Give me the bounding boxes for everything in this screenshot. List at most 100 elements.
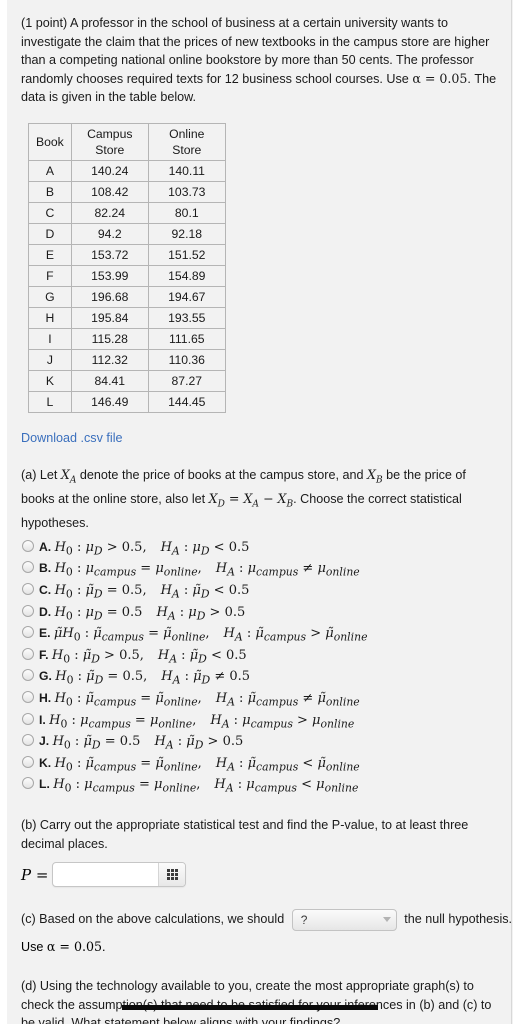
choice-letter: E.	[39, 626, 51, 641]
choice-hypotheses: H0 : μ̃D = 0.5 HA : μ̃D > 0.5	[52, 734, 244, 752]
part-c-text-pre: (c) Based on the above calculations, we …	[21, 912, 285, 927]
table-row: D 94.2 92.18	[28, 222, 226, 245]
choice-option-h[interactable]: H. H0 : μ̃campus = μ̃online, HA : μ̃campu…	[21, 690, 512, 711]
cell-book: I	[28, 327, 72, 350]
radio-icon[interactable]	[22, 712, 34, 725]
part-a-choices: A. H0 : μD > 0.5, HA : μD < 0.5 B. H0 : μ…	[21, 539, 512, 797]
table-row: A 140.24 140.11	[28, 159, 226, 182]
radio-icon[interactable]	[22, 626, 34, 639]
choice-option-e[interactable]: E. μ̃​H0 : μ̃campus = μ̃online,HA : μ̃ca…	[21, 625, 512, 646]
choice-hypotheses: H0 : μcampus = μonline, HA : μcampus < μo…	[53, 777, 359, 795]
left-gutter	[0, 0, 7, 1024]
decision-select[interactable]: ?	[291, 908, 397, 931]
choice-letter: K.	[39, 755, 52, 770]
radio-icon[interactable]	[22, 734, 34, 747]
part-a-line2-pre: books at the online store, also let	[21, 492, 209, 507]
cell-book: L	[28, 390, 72, 413]
choice-option-l[interactable]: L. H0 : μcampus = μonline, HA : μcampus <…	[21, 776, 512, 797]
cell-online: 194.67	[147, 285, 226, 308]
choice-hypotheses: H0 : μ̃D = 0.5, HA : μ̃D < 0.5	[54, 582, 250, 601]
header-campus-store: Campus Store	[70, 122, 149, 161]
part-a-text-pre: (a) Let	[21, 467, 61, 482]
data-table: Book Campus Store Online Store A 140.24 14…	[28, 122, 226, 413]
choice-letter: C.	[39, 582, 52, 597]
cell-online: 140.11	[147, 159, 226, 182]
cell-campus: 115.28	[70, 327, 149, 350]
p-value-label: P =	[21, 865, 49, 884]
radio-icon[interactable]	[22, 755, 34, 768]
radio-icon[interactable]	[22, 582, 34, 595]
choice-hypotheses: H0 : μ̃campus = μ̃online, HA : μ̃campus ≠…	[54, 690, 360, 709]
part-a-line2-post: . Choose the correct statistical	[293, 492, 462, 507]
choice-option-b[interactable]: B. H0 : μcampus = μonline, HA : μcampus ≠…	[21, 560, 512, 581]
cell-online: 87.27	[147, 369, 226, 392]
p-value-input[interactable]	[53, 863, 159, 887]
header-book: Book	[28, 122, 72, 161]
choice-letter: I.	[39, 712, 46, 727]
choice-option-i[interactable]: I. H0 : μcampus = μonline, HA : μcampus >…	[21, 712, 512, 733]
x-a-symbol: XA	[60, 466, 77, 486]
radio-icon[interactable]	[22, 561, 34, 574]
grid-icon	[166, 869, 178, 881]
choice-option-d[interactable]: D. H0 : μD = 0.5 HA : μD > 0.5	[21, 604, 512, 625]
radio-icon[interactable]	[22, 690, 34, 703]
problem-content: (1 point) A professor in the school of b…	[7, 0, 512, 1024]
calculator-button[interactable]	[158, 863, 186, 887]
choice-hypotheses: H0 : μD = 0.5 HA : μD > 0.5	[54, 604, 246, 623]
alpha-line-post: .	[102, 940, 106, 955]
cell-book: C	[28, 201, 72, 224]
radio-icon[interactable]	[22, 777, 34, 790]
choice-option-a[interactable]: A. H0 : μD > 0.5, HA : μD < 0.5	[21, 539, 512, 560]
part-a-text-post: be the price of	[382, 467, 466, 482]
problem-statement: (1 point) A professor in the school of b…	[21, 14, 512, 107]
radio-icon[interactable]	[22, 539, 34, 552]
table-row: B 108.42 103.73	[28, 180, 226, 203]
choice-hypotheses: μ̃​H0 : μ̃campus = μ̃online,HA : μ̃campu…	[53, 626, 368, 644]
choice-hypotheses: H0 : μD > 0.5, HA : μD < 0.5	[54, 539, 250, 558]
cell-campus: 196.68	[70, 285, 149, 308]
cell-online: 103.73	[147, 180, 226, 203]
cell-online: 154.89	[147, 264, 226, 287]
p-value-input-wrapper[interactable]	[52, 862, 187, 888]
choice-option-f[interactable]: F. H0 : μ̃D > 0.5, HA : μ̃D < 0.5	[21, 647, 512, 668]
choice-option-g[interactable]: G. H0 : μ̃D = 0.5, HA : μ̃D ≠ 0.5	[21, 668, 512, 689]
radio-icon[interactable]	[22, 647, 34, 660]
choice-hypotheses: H0 : μ̃campus = μ̃online, HA : μ̃campus <…	[54, 755, 360, 774]
cell-campus: 84.41	[70, 369, 149, 392]
table-row: K 84.41 87.27	[28, 369, 226, 392]
cell-campus: 94.2	[70, 222, 149, 245]
cell-campus: 146.49	[70, 390, 149, 413]
cell-book: K	[28, 369, 72, 392]
part-b-line-1: (b) Carry out the appropriate statistica…	[21, 817, 469, 832]
cell-book: E	[28, 243, 72, 266]
right-edge-line	[511, 0, 512, 1024]
table-row: F 153.99 154.89	[28, 264, 226, 287]
download-csv-link[interactable]: Download .csv file	[21, 431, 123, 445]
cell-book: B	[28, 180, 72, 203]
table-row: I 115.28 111.65	[28, 327, 226, 350]
radio-icon[interactable]	[22, 669, 34, 682]
intro-line-3: than a competing national online booksto…	[21, 53, 474, 68]
table-row: H 195.84 193.55	[28, 306, 226, 329]
part-c-line-1: (c) Based on the above calculations, we …	[21, 906, 512, 932]
cell-book: F	[28, 264, 72, 287]
intro-line-4-a: randomly chooses required texts for 12 b…	[21, 71, 413, 86]
radio-icon[interactable]	[22, 604, 34, 617]
choice-option-k[interactable]: K. H0 : μ̃campus = μ̃online, HA : μ̃campu…	[21, 755, 512, 776]
cell-campus: 195.84	[70, 306, 149, 329]
cell-online: 193.55	[147, 306, 226, 329]
part-c-alpha-line: Use α = 0.05.	[21, 936, 512, 958]
table-row: C 82.24 80.1	[28, 201, 226, 224]
table-row: G 196.68 194.67	[28, 285, 226, 308]
table-row: L 146.49 144.45	[28, 390, 226, 413]
choice-option-j[interactable]: J. H0 : μ̃D = 0.5 HA : μ̃D > 0.5	[21, 733, 512, 754]
choice-hypotheses: H0 : μcampus = μonline, HA : μcampus > μo…	[49, 712, 355, 731]
part-d-line-1: (d) Using the technology available to yo…	[21, 979, 474, 994]
cell-campus: 82.24	[70, 201, 149, 224]
choice-letter: A.	[39, 539, 52, 554]
cell-book: H	[28, 306, 72, 329]
p-value-row: P =	[21, 862, 512, 888]
choice-letter: B.	[39, 561, 52, 576]
intro-line-1: (1 point) A professor in the school of b…	[21, 16, 449, 30]
choice-option-c[interactable]: C. H0 : μ̃D = 0.5, HA : μ̃D < 0.5	[21, 582, 512, 603]
